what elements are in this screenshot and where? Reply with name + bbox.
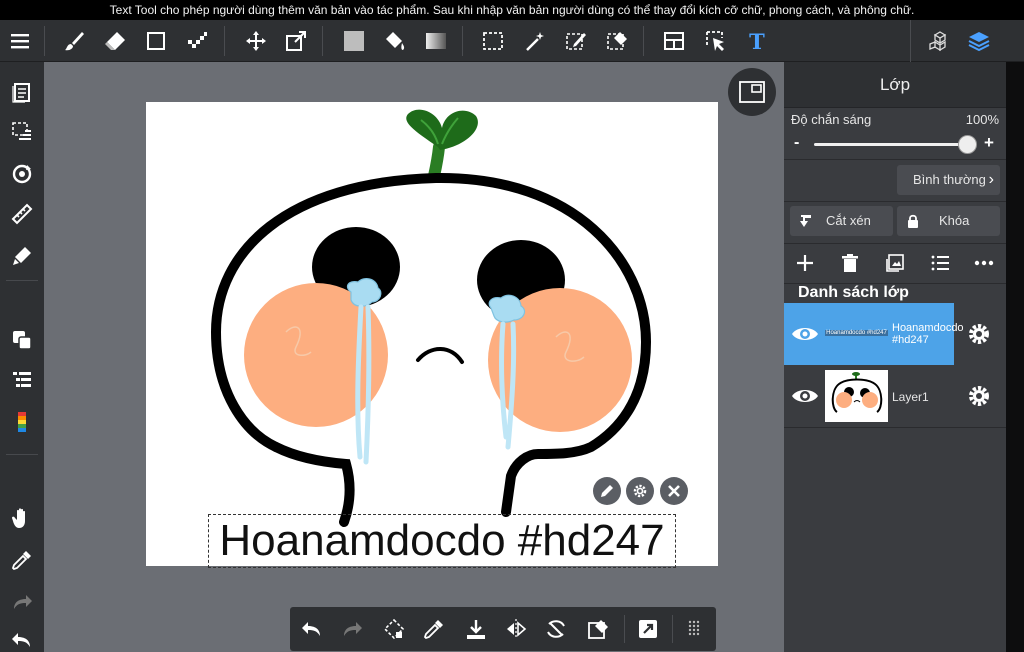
rotate-view-icon[interactable]: [6, 158, 38, 190]
shape-icon[interactable]: [140, 25, 172, 57]
transform-icon[interactable]: [378, 613, 410, 645]
drawing-canvas[interactable]: [146, 102, 718, 566]
redo-icon[interactable]: [6, 586, 38, 618]
merge-layer-icon[interactable]: [883, 251, 907, 275]
add-layer-icon[interactable]: [793, 251, 817, 275]
select-move-icon[interactable]: [700, 25, 732, 57]
opacity-value: 100%: [965, 112, 999, 127]
menu-icon[interactable]: [4, 25, 36, 57]
fill-pen-icon[interactable]: [6, 240, 38, 272]
opacity-slider[interactable]: [814, 143, 972, 146]
hand-icon[interactable]: [6, 502, 38, 534]
rotate-icon[interactable]: [540, 613, 572, 645]
opacity-increase-button[interactable]: +: [984, 133, 994, 153]
layer-row-main[interactable]: Layer1: [784, 365, 954, 427]
magic-wand-icon[interactable]: [519, 25, 551, 57]
pages-icon[interactable]: [6, 76, 38, 108]
clear-icon[interactable]: [582, 613, 614, 645]
opacity-decrease-button[interactable]: -: [794, 134, 799, 152]
undo-icon[interactable]: [296, 613, 328, 645]
left-sidebar: [0, 62, 44, 652]
layer-row-main[interactable]: Hoanamdocdo #hd247 Hoanamdocdo #hd247: [784, 303, 964, 365]
opacity-label: Độ chắn sáng: [791, 112, 872, 127]
lock-icon: [908, 214, 918, 228]
frame-icon[interactable]: [658, 25, 690, 57]
blend-mode-label: Bình thường: [913, 172, 986, 187]
layer-row-text[interactable]: Hoanamdocdo #hd247 Hoanamdocdo #hd247: [784, 303, 1006, 365]
layer-thumbnail: [825, 370, 888, 422]
layer-list-icon[interactable]: [928, 251, 952, 275]
eyedropper-icon[interactable]: [418, 613, 450, 645]
eye-icon[interactable]: [790, 383, 820, 409]
lock-button[interactable]: Khóa: [897, 206, 1000, 236]
top-toolbar: T: [0, 20, 1024, 62]
clip-icon: [800, 215, 811, 227]
gear-icon[interactable]: [966, 321, 992, 347]
caption-bar: Text Tool cho phép người dùng thêm văn b…: [0, 0, 1024, 20]
layer-thumbnail: Hoanamdocdo #hd247: [825, 308, 888, 360]
flip-icon[interactable]: [500, 613, 532, 645]
clipping-button[interactable]: Cắt xén: [790, 206, 893, 236]
select-layer-icon[interactable]: [6, 116, 38, 148]
copy-layers-icon[interactable]: [6, 324, 38, 356]
gear-icon[interactable]: [966, 383, 992, 409]
eraser-icon[interactable]: [99, 25, 131, 57]
lock-label: Khóa: [939, 213, 970, 228]
layer-list-title: Danh sách lớp: [798, 284, 909, 301]
color-palette-icon[interactable]: [6, 406, 38, 438]
redo-icon[interactable]: [336, 613, 368, 645]
material-icon[interactable]: [924, 25, 956, 57]
layer-panel: Lớp Độ chắn sáng 100% - + Bình thường › …: [784, 62, 1006, 652]
more-options-icon[interactable]: [972, 251, 996, 275]
blend-mode-button[interactable]: Bình thường ›: [897, 165, 1000, 195]
layer-list-icon[interactable]: [6, 364, 38, 396]
opacity-slider-thumb[interactable]: [958, 135, 977, 154]
navigator-icon: [739, 81, 765, 103]
layer-actions-bar: [784, 245, 1006, 281]
move-icon[interactable]: [240, 25, 272, 57]
ruler-icon[interactable]: [6, 198, 38, 230]
gradient-icon[interactable]: [420, 25, 452, 57]
text-tool-icon[interactable]: T: [741, 25, 773, 57]
bucket-icon[interactable]: [379, 25, 411, 57]
panel-title: Lớp: [784, 62, 1006, 108]
layer-row-layer1[interactable]: Layer1: [784, 365, 1006, 427]
eyedropper-icon[interactable]: [6, 544, 38, 576]
text-box-content[interactable]: Hoanamdocdo #hd247: [209, 515, 675, 567]
close-text-button[interactable]: [660, 477, 688, 505]
undo-icon[interactable]: [6, 624, 38, 652]
chevron-right-icon: ›: [988, 171, 994, 188]
edit-text-button[interactable]: [593, 477, 621, 505]
dot-icon[interactable]: [181, 25, 213, 57]
canvas-workspace[interactable]: Hoanamdocdo #hd247: [44, 62, 784, 652]
export-icon[interactable]: [632, 613, 664, 645]
delete-layer-icon[interactable]: [838, 251, 862, 275]
bottom-toolbar: [290, 607, 716, 651]
toolbar-right-group: [910, 20, 1008, 62]
text-box[interactable]: Hoanamdocdo #hd247: [208, 514, 676, 568]
grid-icon[interactable]: [678, 613, 710, 645]
transform-icon[interactable]: [280, 25, 312, 57]
select-pen-icon[interactable]: [560, 25, 592, 57]
layers-icon[interactable]: [963, 25, 995, 57]
clipping-label: Cắt xén: [826, 213, 871, 228]
navigator-button[interactable]: [728, 68, 776, 116]
select-rect-icon[interactable]: [477, 25, 509, 57]
select-eraser-icon[interactable]: [601, 25, 633, 57]
layer-name: Layer1: [892, 390, 929, 404]
app-window: Text Tool cho phép người dùng thêm văn b…: [0, 0, 1024, 652]
layer-name: Hoanamdocdo #hd247: [892, 322, 964, 346]
layer-thumbnail-text: Hoanamdocdo #hd247: [825, 330, 888, 336]
text-settings-button[interactable]: [626, 477, 654, 505]
save-icon[interactable]: [460, 613, 492, 645]
eye-icon[interactable]: [790, 321, 820, 347]
fill-color-icon[interactable]: [338, 25, 370, 57]
brush-icon[interactable]: [58, 25, 90, 57]
panel-edge: [1006, 62, 1024, 652]
